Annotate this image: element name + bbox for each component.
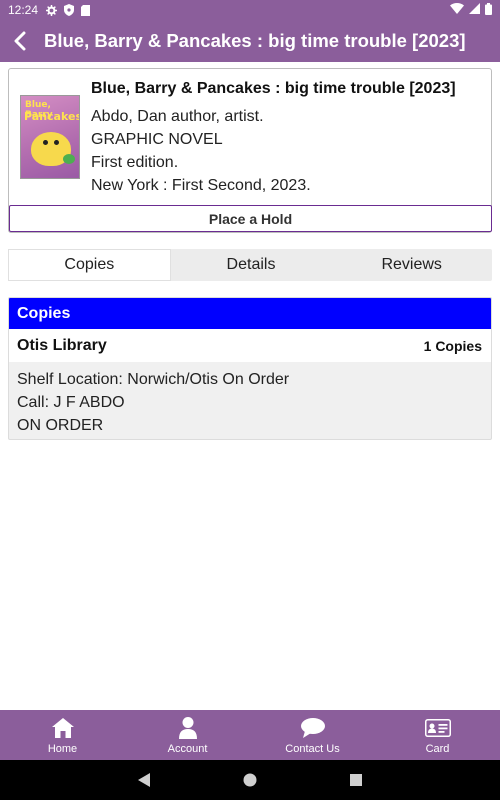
system-back-button[interactable] — [91, 773, 197, 787]
sd-card-icon — [81, 4, 91, 16]
nav-card[interactable]: Card — [375, 710, 500, 760]
nav-home-label: Home — [47, 742, 78, 755]
home-icon — [51, 716, 74, 740]
nav-account-label: Account — [167, 742, 208, 755]
book-edition: First edition. — [91, 154, 179, 171]
nav-account[interactable]: Account — [125, 710, 250, 760]
copy-details: Shelf Location: Norwich/Otis On Order Ca… — [9, 362, 491, 439]
nav-card-label: Card — [425, 742, 450, 755]
detail-tabs: Copies Details Reviews — [8, 249, 492, 281]
shield-icon — [64, 4, 75, 16]
system-nav-bar — [0, 760, 500, 800]
settings-gear-icon — [46, 4, 58, 16]
book-info: Blue, Barry & Pancakes : big time troubl… — [91, 79, 487, 197]
square-recents-icon — [350, 774, 362, 786]
card-icon — [424, 716, 451, 740]
place-hold-button[interactable]: Place a Hold — [9, 205, 492, 232]
tab-copies[interactable]: Copies — [8, 249, 171, 281]
account-icon — [178, 716, 197, 740]
system-home-button[interactable] — [197, 773, 303, 787]
book-publisher: New York : First Second, 2023. — [91, 177, 311, 194]
tab-details[interactable]: Details — [171, 249, 332, 281]
copy-status: ON ORDER — [17, 417, 104, 434]
triangle-back-icon — [138, 773, 150, 787]
wifi-icon — [450, 3, 464, 17]
shelf-location: Shelf Location: Norwich/Otis On Order — [17, 371, 290, 388]
library-row[interactable]: Otis Library 1 Copies — [9, 329, 491, 362]
book-format: GRAPHIC NOVEL — [91, 131, 223, 148]
battery-icon — [485, 2, 492, 18]
signal-icon — [469, 3, 480, 17]
system-recents-button[interactable] — [303, 774, 409, 786]
tab-reviews[interactable]: Reviews — [331, 249, 492, 281]
copies-count: 1 Copies — [423, 337, 482, 354]
circle-home-icon — [243, 773, 257, 787]
call-number: Call: J F ABDO — [17, 394, 125, 411]
status-bar: 12:24 — [0, 0, 500, 20]
cover-title-line-2: Pancakes — [24, 110, 80, 123]
page-title: Blue, Barry & Pancakes : big time troubl… — [44, 30, 466, 51]
nav-contact-us-label: Contact Us — [285, 742, 340, 755]
chat-icon — [300, 716, 325, 740]
book-card: Blue, Barry Pancakes Blue, Barry & Panca… — [8, 68, 492, 233]
copies-header: Copies — [9, 298, 491, 329]
library-name: Otis Library — [17, 336, 107, 354]
book-title: Blue, Barry & Pancakes : big time troubl… — [91, 80, 456, 97]
nav-home[interactable]: Home — [0, 710, 125, 760]
book-author: Abdo, Dan author, artist. — [91, 108, 264, 125]
book-cover-image[interactable]: Blue, Barry Pancakes — [20, 95, 80, 179]
back-arrow-icon — [14, 31, 26, 51]
status-time: 12:24 — [8, 3, 39, 17]
nav-contact-us[interactable]: Contact Us — [250, 710, 375, 760]
app-bar: Blue, Barry & Pancakes : big time troubl… — [0, 20, 500, 62]
back-button[interactable] — [0, 20, 40, 62]
bottom-nav: Home Account Contact Us Card — [0, 710, 500, 760]
copies-panel: Copies Otis Library 1 Copies Shelf Locat… — [8, 297, 492, 440]
